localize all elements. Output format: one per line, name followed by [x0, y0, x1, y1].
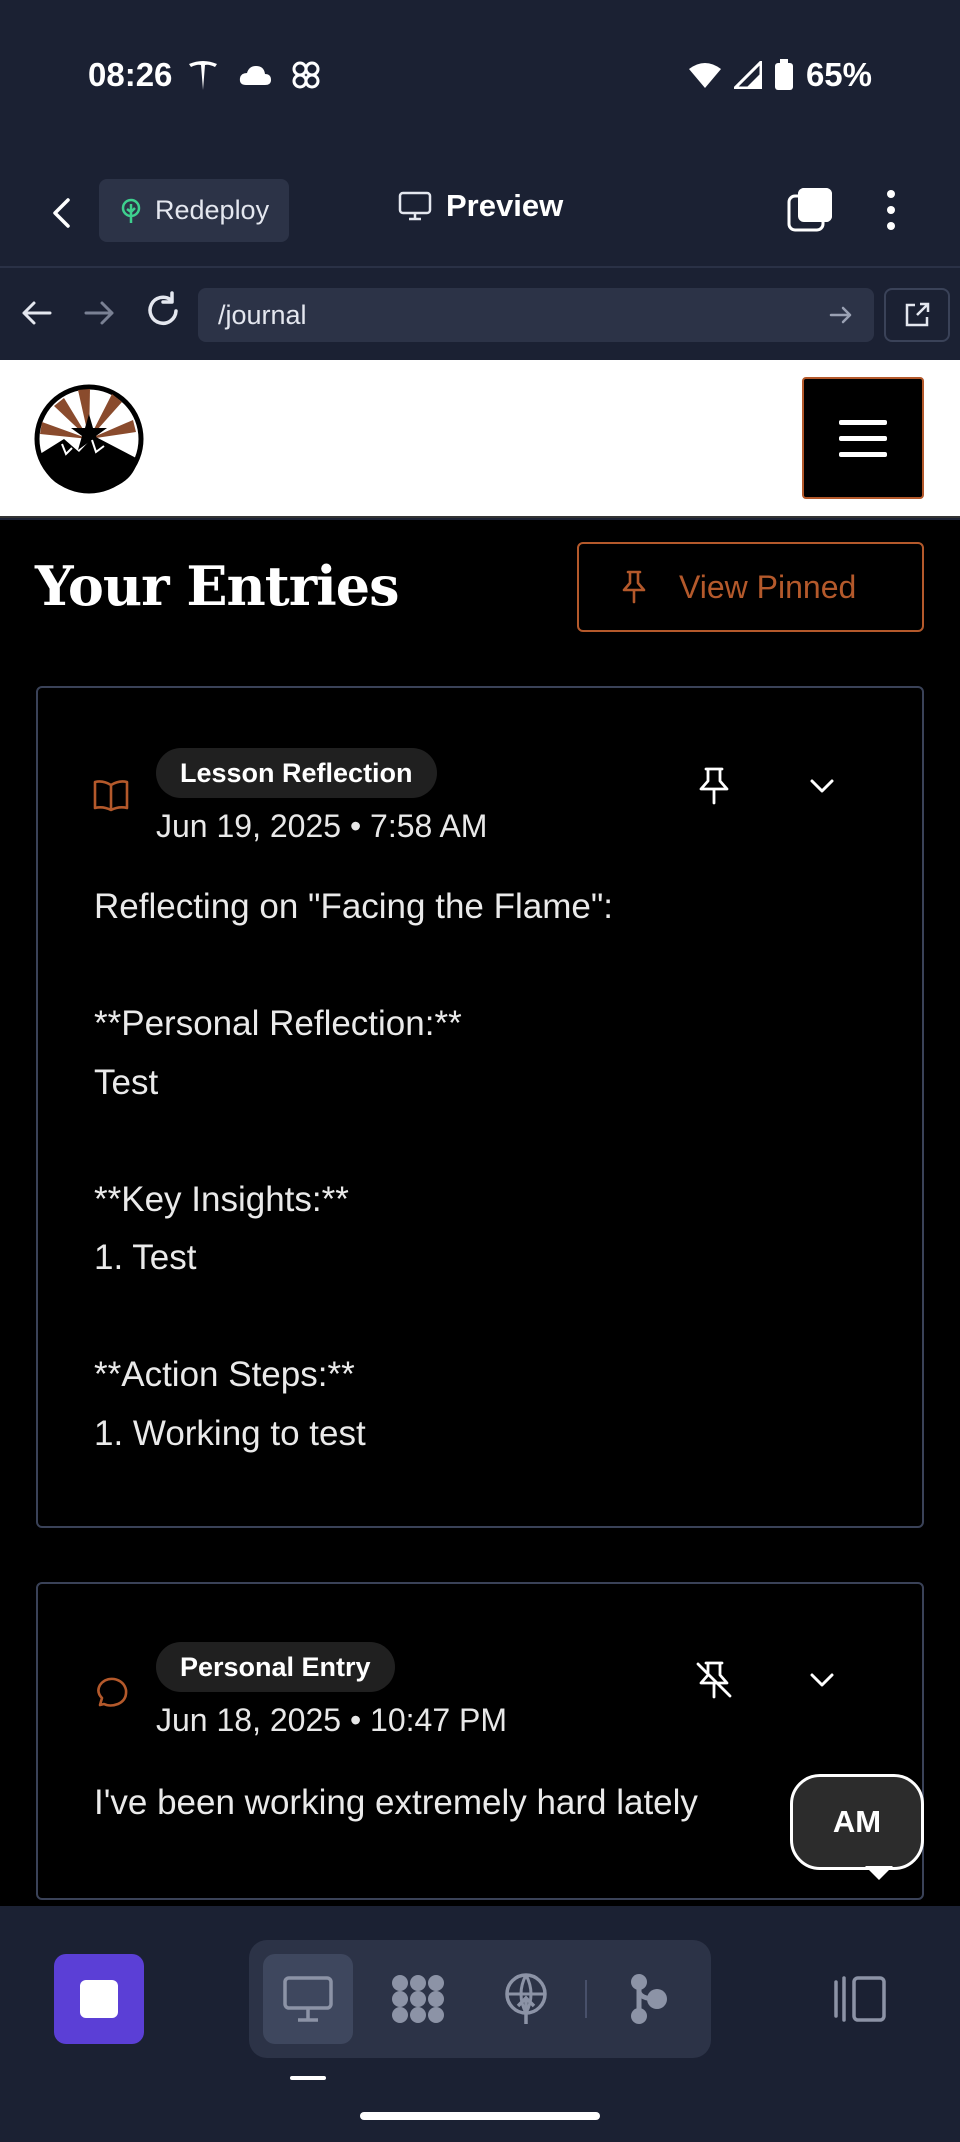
redeploy-button[interactable]: Redeploy — [99, 179, 289, 242]
battery-percentage: 65% — [805, 56, 872, 93]
active-tab-indicator — [290, 2076, 326, 2080]
chevron-down-icon[interactable] — [804, 1662, 840, 1698]
external-link-icon — [905, 302, 930, 327]
tabs-icon[interactable] — [786, 186, 834, 234]
app-toolbar: Redeploy Preview — [0, 150, 960, 268]
branch-icon — [631, 1974, 667, 2024]
dots-grid-icon — [392, 1975, 444, 2023]
preview-label: Preview — [446, 188, 564, 223]
chevron-down-icon[interactable] — [804, 768, 840, 804]
entry-date: Jun 19, 2025 • 7:58 AM — [156, 808, 488, 844]
globe-upload-icon — [505, 1973, 547, 2024]
bottom-dock — [0, 1906, 960, 2142]
unpin-icon[interactable] — [694, 1660, 734, 1700]
pinwheel-icon — [292, 61, 320, 89]
entry-body-text: I've been working extremely hard lately — [94, 1783, 698, 1822]
dock-deploy-tab[interactable] — [481, 1954, 571, 2044]
dock-apps-tab[interactable] — [373, 1954, 463, 2044]
back-arrow-icon[interactable] — [40, 190, 86, 236]
wifi-icon — [688, 63, 721, 88]
dock-agent-tab[interactable] — [603, 1954, 693, 2044]
signal-icon — [733, 61, 762, 89]
url-bar: /journal — [0, 270, 960, 360]
open-external-button[interactable] — [884, 288, 950, 342]
book-icon — [93, 780, 129, 812]
journal-entry-card: Personal Entry Jun 18, 2025 • 10:47 PM I… — [36, 1582, 924, 1900]
home-indicator[interactable] — [360, 2112, 600, 2120]
cloud-icon — [239, 66, 271, 85]
monitor-icon — [283, 1976, 333, 2022]
tesla-icon — [189, 61, 217, 90]
pin-icon — [622, 570, 646, 604]
entry-date: Jun 18, 2025 • 10:47 PM — [156, 1702, 507, 1738]
assistant-chat-button[interactable]: AM — [790, 1774, 924, 1870]
entry-type-badge: Lesson Reflection — [156, 748, 437, 798]
preview-title: Preview — [398, 188, 563, 224]
monitor-icon — [398, 191, 432, 221]
url-text: /journal — [218, 299, 307, 330]
battery-icon — [774, 59, 793, 90]
journal-entry-card: Lesson Reflection Jun 19, 2025 • 7:58 AM… — [36, 686, 924, 1528]
view-pinned-button[interactable]: View Pinned — [577, 542, 924, 632]
menu-icon — [839, 419, 887, 425]
status-bar: 08:26 65% — [0, 0, 960, 150]
pin-icon[interactable] — [694, 766, 734, 806]
journal-page: Your Entries View Pinned Lesson Reflecti… — [0, 520, 960, 1906]
view-pinned-label: View Pinned — [679, 568, 857, 605]
dock-divider — [585, 1980, 587, 2018]
nav-forward-icon[interactable] — [80, 294, 118, 332]
stop-icon — [80, 1980, 118, 2018]
redeploy-label: Redeploy — [155, 195, 270, 225]
dock-tab-group — [249, 1940, 711, 2058]
more-vertical-icon[interactable] — [876, 186, 906, 234]
reload-icon[interactable] — [142, 290, 184, 332]
assistant-bubble-tail — [865, 1866, 893, 1880]
go-arrow-icon[interactable] — [828, 302, 854, 328]
status-time: 08:26 — [88, 56, 173, 93]
side-panel-icon[interactable] — [832, 1974, 888, 2024]
entry-body-text: Reflecting on "Facing the Flame": **Pers… — [94, 887, 613, 1453]
stop-button[interactable] — [54, 1954, 144, 2044]
site-logo[interactable] — [34, 384, 144, 494]
dock-preview-tab[interactable] — [263, 1954, 353, 2044]
page-title: Your Entries — [35, 554, 399, 618]
chat-bubble-icon — [97, 1677, 128, 1707]
hamburger-menu-button[interactable] — [802, 377, 924, 499]
nav-back-icon[interactable] — [18, 294, 56, 332]
url-input[interactable]: /journal — [198, 288, 874, 342]
tree-icon — [121, 198, 141, 223]
site-header — [0, 360, 960, 518]
entry-type-badge: Personal Entry — [156, 1642, 395, 1692]
